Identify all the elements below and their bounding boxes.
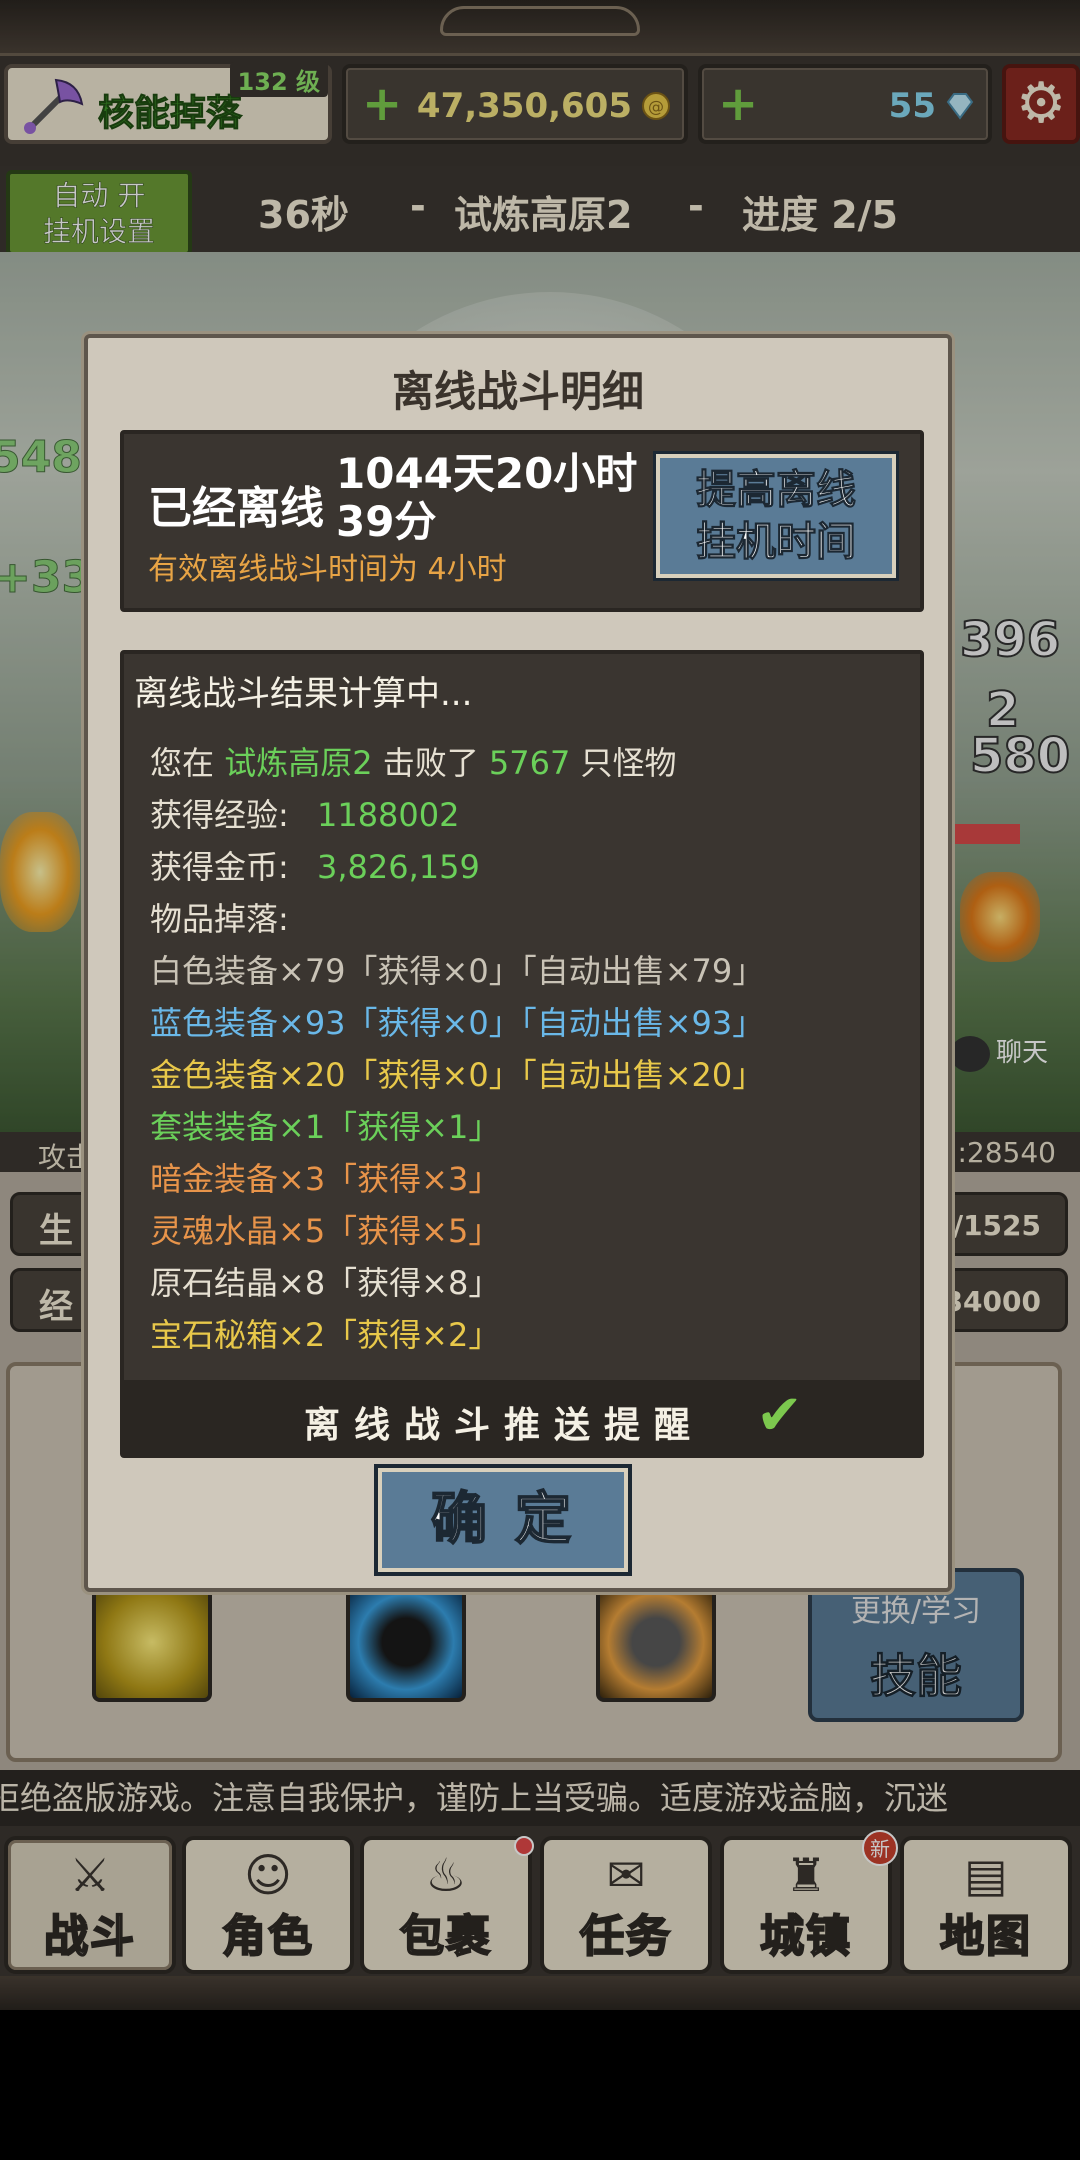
checkmark-icon[interactable]: ✔ [756,1386,803,1446]
drop-item: 暗金装备×3「获得×3」 [150,1160,501,1198]
improve-offline-time-button[interactable]: 提高离线 挂机时间 [653,451,899,581]
offline-time: 1044天20小时39分 [336,449,638,546]
game-screen: 核能掉落 132 级 + 47,350,605 @ + 55 ⚙ 自动 开 挂机… [0,0,1080,2010]
calc-status: 离线战斗结果计算中... [134,674,473,714]
exp-gain-value: 1188002 [316,796,460,834]
gold-gain-value: 3,826,159 [316,848,480,886]
drop-item: 宝石秘箱×2「获得×2」 [150,1316,501,1354]
drop-item: 套装装备×1「获得×1」 [150,1108,501,1146]
drop-item: 白色装备×79「获得×0」「自动出售×79」 [150,952,765,990]
drop-item: 金色装备×20「获得×0」「自动出售×20」 [150,1056,765,1094]
push-label: 离线战斗推送提醒 [304,1405,705,1446]
offline-label: 已经离线 [148,483,324,534]
gold-line: 获得金币: 3,826,159 [150,842,480,888]
defeat-count: 5767 [488,744,571,782]
confirm-button[interactable]: 确定 [374,1464,632,1576]
defeat-post: 只怪物 [580,744,677,782]
improve-line2: 挂机时间 [696,519,857,566]
effective-time: 有效离线战斗时间为 4小时 [148,552,507,587]
defeat-line: 您在 试炼高原2 击败了 5767 只怪物 [150,738,677,784]
offline-battle-dialog: 离线战斗明细 已经离线 1044天20小时39分 有效离线战斗时间为 4小时 提… [84,334,952,1592]
offline-summary: 已经离线 1044天20小时39分 有效离线战斗时间为 4小时 提高离线 挂机时… [120,430,924,612]
defeat-mid: 击败了 [382,744,479,782]
gold-gain-label: 获得金币: [150,848,289,886]
drops-label: 物品掉落: [150,900,289,938]
defeat-pre: 您在 [150,744,215,782]
dialog-title: 离线战斗明细 [391,367,644,416]
drop-item: 原石结晶×8「获得×8」 [150,1264,501,1302]
battle-results: 离线战斗结果计算中... 您在 试炼高原2 击败了 5767 只怪物 获得经验:… [120,650,924,1458]
drop-item: 蓝色装备×93「获得×0」「自动出售×93」 [150,1004,765,1042]
exp-gain-label: 获得经验: [150,796,289,834]
push-reminder-toggle[interactable]: 离线战斗推送提醒 ✔ [124,1380,920,1454]
defeat-map: 试炼高原2 [224,744,373,782]
improve-line1: 提高离线 [696,467,857,514]
exp-line: 获得经验: 1188002 [150,790,459,836]
drop-item: 灵魂水晶×5「获得×5」 [150,1212,501,1250]
